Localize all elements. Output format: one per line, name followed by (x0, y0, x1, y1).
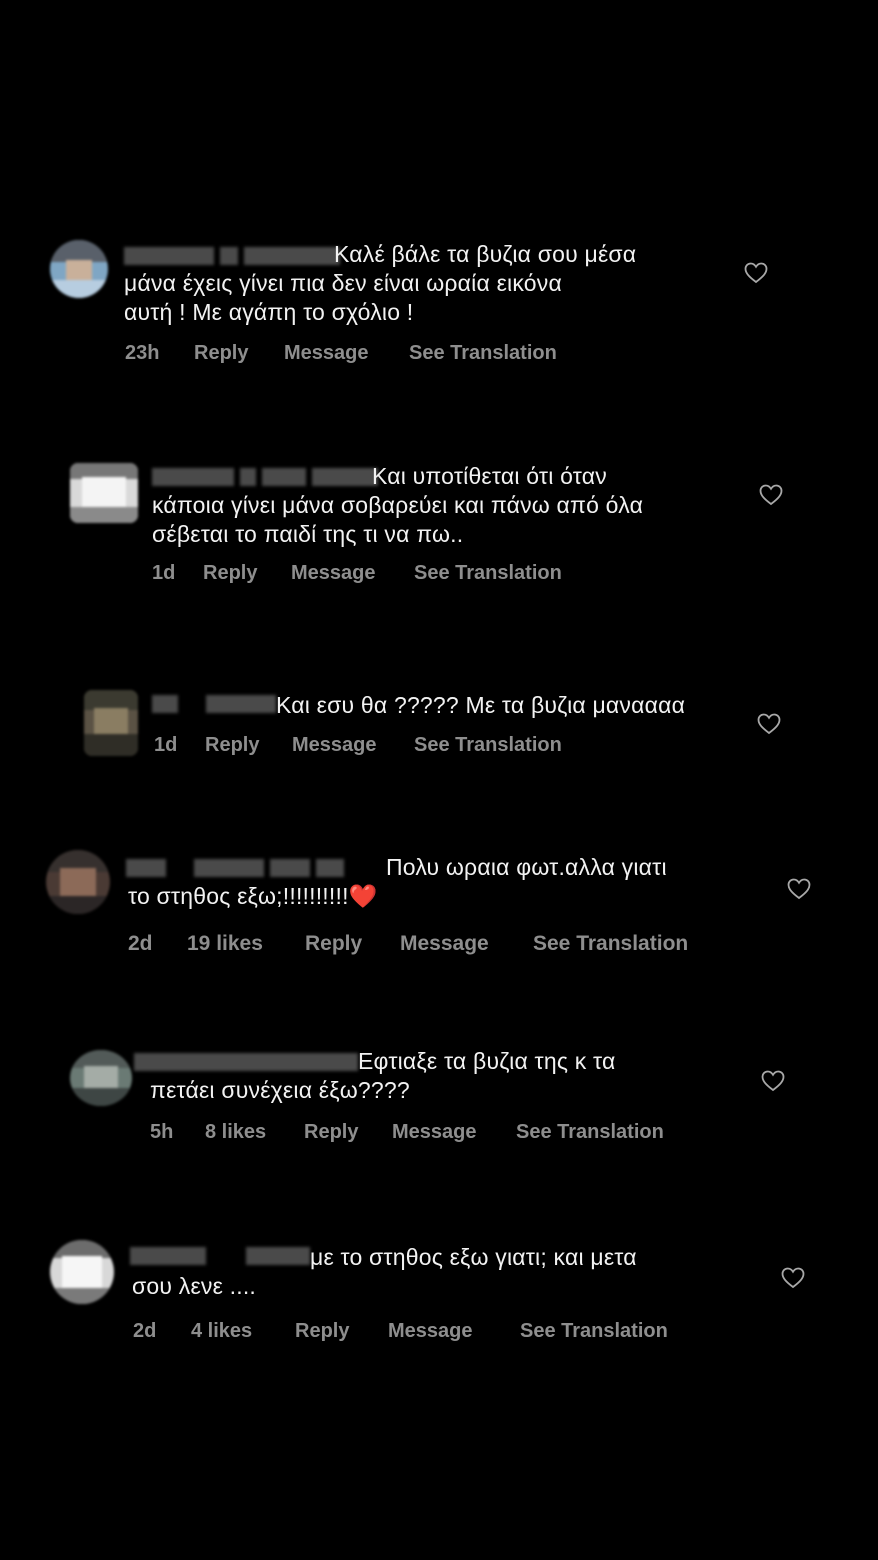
heart-outline-icon[interactable] (759, 484, 783, 506)
comment-time: 23h (125, 342, 160, 364)
comment-text: με το στηθος εξω γιατι; και μετα σου λεν… (132, 1244, 637, 1299)
see-translation-button[interactable]: See Translation (520, 1320, 668, 1343)
reply-button[interactable]: Reply (203, 562, 291, 585)
reply-button[interactable]: Reply (205, 734, 292, 757)
message-button[interactable]: Message (392, 1121, 516, 1144)
see-translation-button[interactable]: See Translation (409, 342, 557, 365)
comment-actions: 5h 8 likes Reply Message See Translation (150, 1121, 664, 1144)
message-button[interactable]: Message (284, 342, 409, 365)
message-button[interactable]: Message (400, 932, 533, 956)
see-translation-button[interactable]: See Translation (414, 562, 562, 585)
see-translation-button[interactable]: See Translation (414, 734, 562, 757)
heart-outline-icon[interactable] (744, 262, 768, 284)
see-translation-button[interactable]: See Translation (533, 932, 688, 956)
comment-time: 2d (128, 932, 153, 955)
likes-count[interactable]: 4 likes (191, 1320, 295, 1343)
heart-outline-icon[interactable] (787, 878, 811, 900)
comment-text: Εφτιαξε τα βυζια της κ τα πετάει συνέχει… (150, 1048, 616, 1103)
comment-time: 1d (152, 562, 176, 584)
comment-actions: 1d Reply Message See Translation (152, 562, 562, 585)
see-translation-button[interactable]: See Translation (516, 1121, 664, 1144)
reply-button[interactable]: Reply (305, 932, 400, 956)
reply-button[interactable]: Reply (194, 342, 284, 365)
avatar[interactable] (70, 1050, 132, 1106)
comment-actions: 2d 4 likes Reply Message See Translation (133, 1320, 668, 1343)
heart-outline-icon[interactable] (781, 1267, 805, 1289)
comment-time: 1d (154, 734, 178, 756)
likes-count[interactable]: 19 likes (187, 932, 305, 956)
avatar[interactable] (46, 850, 110, 914)
comment-actions: 1d Reply Message See Translation (154, 734, 562, 757)
heart-outline-icon[interactable] (761, 1070, 785, 1092)
comment-text: Και υποτίθεται ότι όταν κάποια γίνει μάν… (152, 463, 644, 547)
comment-time: 2d (133, 1320, 157, 1342)
reply-button[interactable]: Reply (295, 1320, 388, 1343)
avatar[interactable] (50, 1240, 114, 1304)
message-button[interactable]: Message (291, 562, 414, 585)
comment-text: Πολυ ωραια φωτ.αλλα γιατι το στηθος εξω;… (128, 854, 667, 909)
comment-time: 5h (150, 1121, 174, 1143)
heart-outline-icon[interactable] (757, 713, 781, 735)
avatar[interactable] (84, 690, 138, 756)
comment-actions: 23h Reply Message See Translation (125, 342, 557, 365)
comment-actions: 2d 19 likes Reply Message See Translatio… (128, 932, 688, 956)
reply-button[interactable]: Reply (304, 1121, 392, 1144)
avatar[interactable] (50, 240, 108, 298)
comment-text: Και εσυ θα ????? Με τα βυζια μαναααα (276, 692, 686, 718)
message-button[interactable]: Message (388, 1320, 520, 1343)
avatar[interactable] (70, 463, 138, 523)
comment-text: Καλέ βάλε τα βυζια σου μέσα μάνα έχεις γ… (124, 241, 637, 325)
likes-count[interactable]: 8 likes (205, 1121, 304, 1144)
message-button[interactable]: Message (292, 734, 414, 757)
